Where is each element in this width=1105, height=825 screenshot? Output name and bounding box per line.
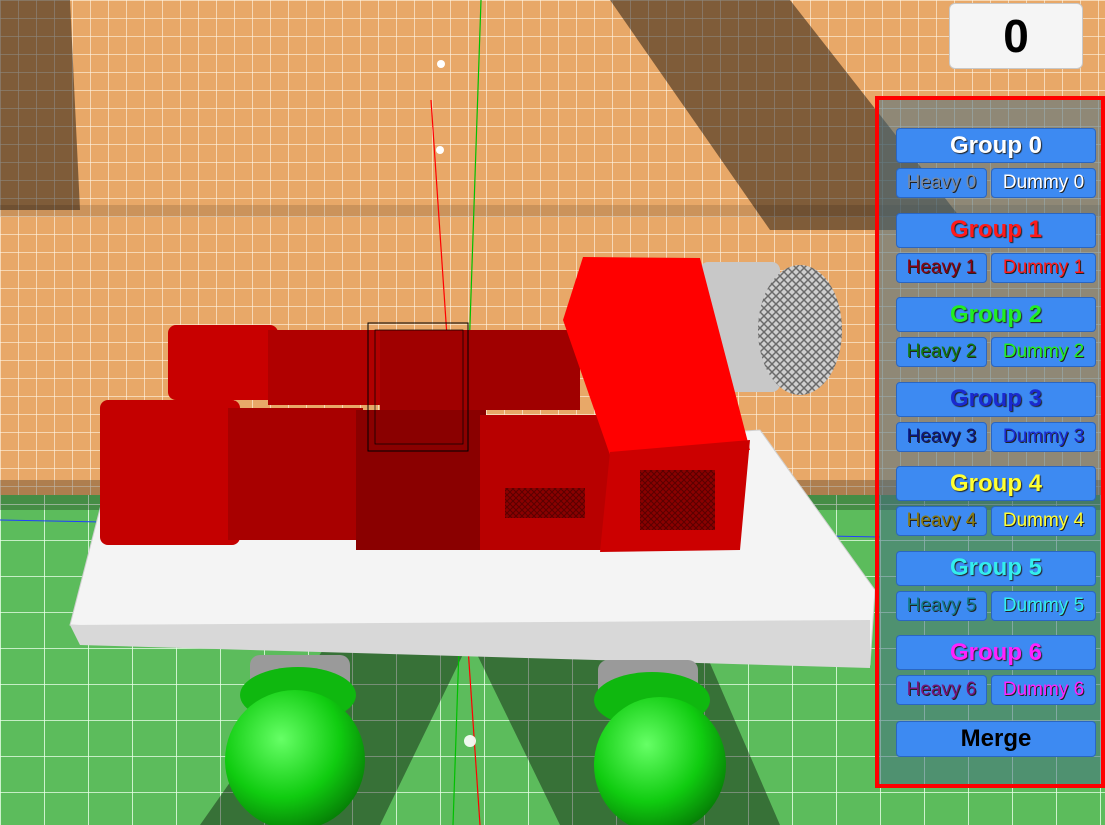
heavy-1-button[interactable]: Heavy 1 [896, 252, 987, 283]
group-panel: Group 0 Heavy 0 Dummy 0 Group 1 Heavy 1 Dummy… [875, 96, 1105, 788]
group-4-button[interactable]: Group 4 [896, 466, 1096, 501]
score-counter: 0 [949, 3, 1083, 69]
group-6-button[interactable]: Group 6 [896, 635, 1096, 670]
heavy-6-button[interactable]: Heavy 6 [896, 675, 987, 705]
group-0-button[interactable]: Group 0 [896, 128, 1096, 163]
marker-dot [464, 735, 476, 747]
group-5-button[interactable]: Group 5 [896, 550, 1096, 586]
marker-dot [436, 146, 444, 154]
wall-shadow [0, 0, 80, 210]
heavy-0-button[interactable]: Heavy 0 [896, 168, 987, 198]
marker-dot [437, 60, 445, 68]
heavy-5-button[interactable]: Heavy 5 [896, 590, 987, 621]
dummy-0-button[interactable]: Dummy 0 [991, 168, 1096, 198]
dummy-5-button[interactable]: Dummy 5 [991, 590, 1096, 621]
heavy-2-button[interactable]: Heavy 2 [896, 337, 987, 367]
heavy-4-button[interactable]: Heavy 4 [896, 506, 987, 536]
group-2-button[interactable]: Group 2 [896, 297, 1096, 332]
merge-button[interactable]: Merge [896, 721, 1096, 757]
group-3-button[interactable]: Group 3 [896, 381, 1096, 417]
dummy-6-button[interactable]: Dummy 6 [991, 675, 1096, 705]
heavy-3-button[interactable]: Heavy 3 [896, 421, 987, 452]
dummy-1-button[interactable]: Dummy 1 [991, 252, 1096, 283]
dummy-3-button[interactable]: Dummy 3 [991, 421, 1096, 452]
group-1-button[interactable]: Group 1 [896, 212, 1096, 248]
dummy-2-button[interactable]: Dummy 2 [991, 337, 1096, 367]
dummy-4-button[interactable]: Dummy 4 [991, 506, 1096, 536]
